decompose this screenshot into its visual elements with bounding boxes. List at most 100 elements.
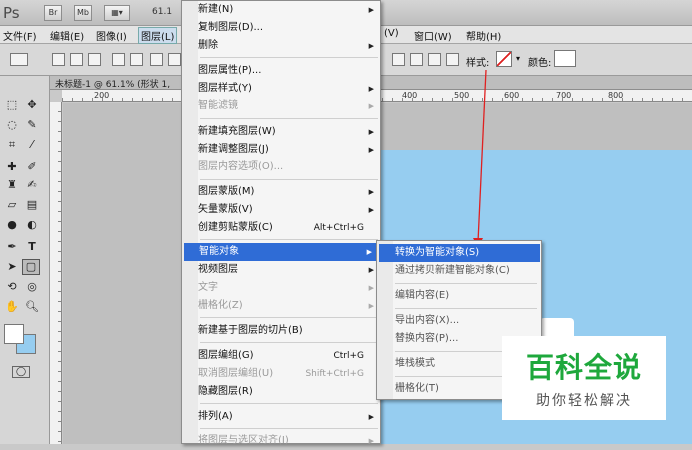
3d-orbit-icon[interactable]: ◎ (24, 280, 40, 294)
clone-stamp-icon[interactable]: ♜ (4, 178, 20, 192)
menu-item-layer-properties[interactable]: 图层属性(P)... (198, 62, 380, 80)
submenu-arrow-icon: ▶ (366, 248, 372, 256)
style-dropdown-arrow-icon[interactable]: ▾ (516, 54, 520, 63)
menu-item-label: 取消图层编组(U) (198, 368, 274, 379)
ruler-label: 200 (94, 91, 110, 100)
menu-item-layer-style[interactable]: 图层样式(Y) ▶ (198, 80, 380, 98)
menu-item-label: 图层内容选项(O)... (198, 161, 284, 172)
freeform-pen-icon[interactable] (130, 53, 143, 66)
menu-item-arrange[interactable]: 排列(A) ▶ (198, 408, 380, 426)
bridge-button[interactable]: Br (44, 5, 62, 21)
menu-item-label: 排列(A) (198, 411, 233, 422)
menu-item-ungroup-layers: 取消图层编组(U) Shift+Ctrl+G (198, 365, 380, 383)
watermark-subtitle: 助你轻松解决 (536, 393, 632, 409)
exclude-icon[interactable] (446, 53, 459, 66)
menu-separator (200, 118, 378, 119)
submenu-arrow-icon: ▶ (368, 85, 374, 93)
shape-layers-icon[interactable] (52, 53, 65, 66)
submenu-arrow-icon: ▶ (368, 128, 374, 136)
annotation-arrow (473, 69, 487, 248)
quick-select-icon[interactable]: ✎ (24, 118, 40, 132)
menu-item-group-layers[interactable]: 图层编组(G) Ctrl+G (198, 347, 380, 365)
menu-item-hide-layers[interactable]: 隐藏图层(R) (198, 383, 380, 401)
rounded-rect-shape-icon[interactable] (168, 53, 181, 66)
style-picker[interactable] (496, 51, 512, 67)
path-select-icon[interactable]: ➤ (4, 260, 20, 274)
menu-separator (200, 403, 378, 404)
menu-separator (200, 342, 378, 343)
menu-item-smart-object[interactable]: 智能对象 ▶ (184, 243, 378, 261)
gradient-icon[interactable]: ▤ (24, 198, 40, 212)
menu-item-label: 图层蒙版(M) (198, 186, 255, 197)
zoom-level[interactable]: 61.1 (152, 7, 172, 17)
photoshop-logo: Ps (3, 4, 20, 22)
menu-item-new-layer-based-slice[interactable]: 新建基于图层的切片(B) (198, 322, 380, 340)
menu-item-label: 隐藏图层(R) (198, 386, 253, 397)
shape-tool-icon[interactable]: ▢ (22, 259, 40, 275)
menu-separator (200, 179, 378, 180)
mini-bridge-button[interactable]: Mb (74, 5, 92, 21)
menu-item-label: 新建填充图层(W) (198, 126, 276, 137)
subtract-icon[interactable] (410, 53, 423, 66)
menu-item-new-fill-layer[interactable]: 新建填充图层(W) ▶ (198, 123, 380, 141)
submenu-arrow-icon: ▶ (368, 302, 374, 310)
vertical-ruler (50, 102, 62, 444)
menu-item-new[interactable]: 新建(N) ▶ (198, 1, 380, 19)
crop-tool-icon[interactable]: ⌗ (4, 138, 20, 152)
submenu-item-edit-contents[interactable]: 编辑内容(E) (379, 287, 540, 305)
color-swatch[interactable] (554, 50, 576, 67)
blur-tool-icon[interactable]: ● (4, 218, 20, 232)
move-tool-icon[interactable]: ✥ (24, 98, 40, 112)
submenu-item-convert-to-smart-object[interactable]: 转换为智能对象(S) (379, 244, 540, 262)
intersect-icon[interactable] (428, 53, 441, 66)
brush-tool-icon[interactable]: ✐ (24, 160, 40, 174)
menu-item-vector-mask[interactable]: 矢量蒙版(V) ▶ (198, 201, 380, 219)
menu-image[interactable]: 图像(I) (96, 28, 127, 43)
menu-window[interactable]: 窗口(W) (414, 28, 452, 43)
eyedropper-icon[interactable]: ⁄ (24, 138, 40, 152)
tool-preset-icon[interactable] (10, 53, 28, 66)
menu-item-duplicate-layer[interactable]: 复制图层(D)... (198, 19, 380, 37)
type-tool-icon[interactable]: T (24, 240, 40, 254)
menu-layer[interactable]: 图层(L) (138, 27, 178, 44)
fill-pixels-icon[interactable] (88, 53, 101, 66)
pen-tool-icon-2[interactable]: ✒ (4, 240, 20, 254)
menu-item-video-layer[interactable]: 视频图层 ▶ (198, 261, 380, 279)
menu-item-shortcut: Alt+Ctrl+G (313, 223, 364, 233)
quick-mask-icon[interactable]: ◯ (12, 366, 30, 378)
lasso-tool-icon[interactable]: ◌ (4, 118, 20, 132)
hand-tool-icon[interactable]: ✋ (4, 300, 20, 314)
menu-item-create-clipping-mask[interactable]: 创建剪贴蒙版(C) Alt+Ctrl+G (198, 219, 380, 237)
rectangle-shape-icon[interactable] (150, 53, 163, 66)
menu-edit[interactable]: 编辑(E) (50, 28, 84, 43)
dodge-tool-icon[interactable]: ◐ (24, 218, 40, 232)
menu-item-label: 新建基于图层的切片(B) (198, 325, 303, 336)
menu-help[interactable]: 帮助(H) (466, 28, 501, 43)
menu-item-label: 删除 (198, 40, 218, 51)
menu-item-label: 创建剪贴蒙版(C) (198, 222, 273, 233)
menu-item-new-adjustment-layer[interactable]: 新建调整图层(J) ▶ (198, 141, 380, 159)
combine-icon[interactable] (392, 53, 405, 66)
menu-item-rasterize: 栅格化(Z) ▶ (198, 297, 380, 315)
menu-item-shortcut: Shift+Ctrl+G (305, 369, 364, 379)
menu-item-layer-mask[interactable]: 图层蒙版(M) ▶ (198, 183, 380, 201)
menu-item-shortcut: Ctrl+G (333, 351, 364, 361)
view-extras-button[interactable]: ▦▾ (104, 5, 130, 21)
paths-icon[interactable] (70, 53, 83, 66)
foreground-color-swatch-top[interactable] (4, 324, 24, 344)
menu-item-delete[interactable]: 删除 ▶ (198, 37, 380, 55)
zoom-tool-icon[interactable]: 🔍︎ (24, 300, 40, 314)
submenu-arrow-icon: ▶ (368, 284, 374, 292)
history-brush-icon[interactable]: ✍ (24, 178, 40, 192)
menu-view[interactable]: (V) (384, 28, 399, 39)
marquee-tool-icon[interactable]: ⬚ (4, 98, 20, 112)
submenu-item-new-smart-object-via-copy[interactable]: 通过拷贝新建智能对象(C) (379, 262, 540, 280)
eraser-icon[interactable]: ▱ (4, 198, 20, 212)
watermark-title: 百科全说 (525, 351, 642, 384)
ruler-label: 400 (402, 91, 418, 100)
submenu-item-export-contents[interactable]: 导出内容(X)... (379, 312, 540, 330)
menu-file[interactable]: 文件(F) (3, 28, 37, 43)
healing-brush-icon[interactable]: ✚ (4, 160, 20, 174)
pen-tool-icon[interactable] (112, 53, 125, 66)
3d-rotate-icon[interactable]: ⟲ (4, 280, 20, 294)
